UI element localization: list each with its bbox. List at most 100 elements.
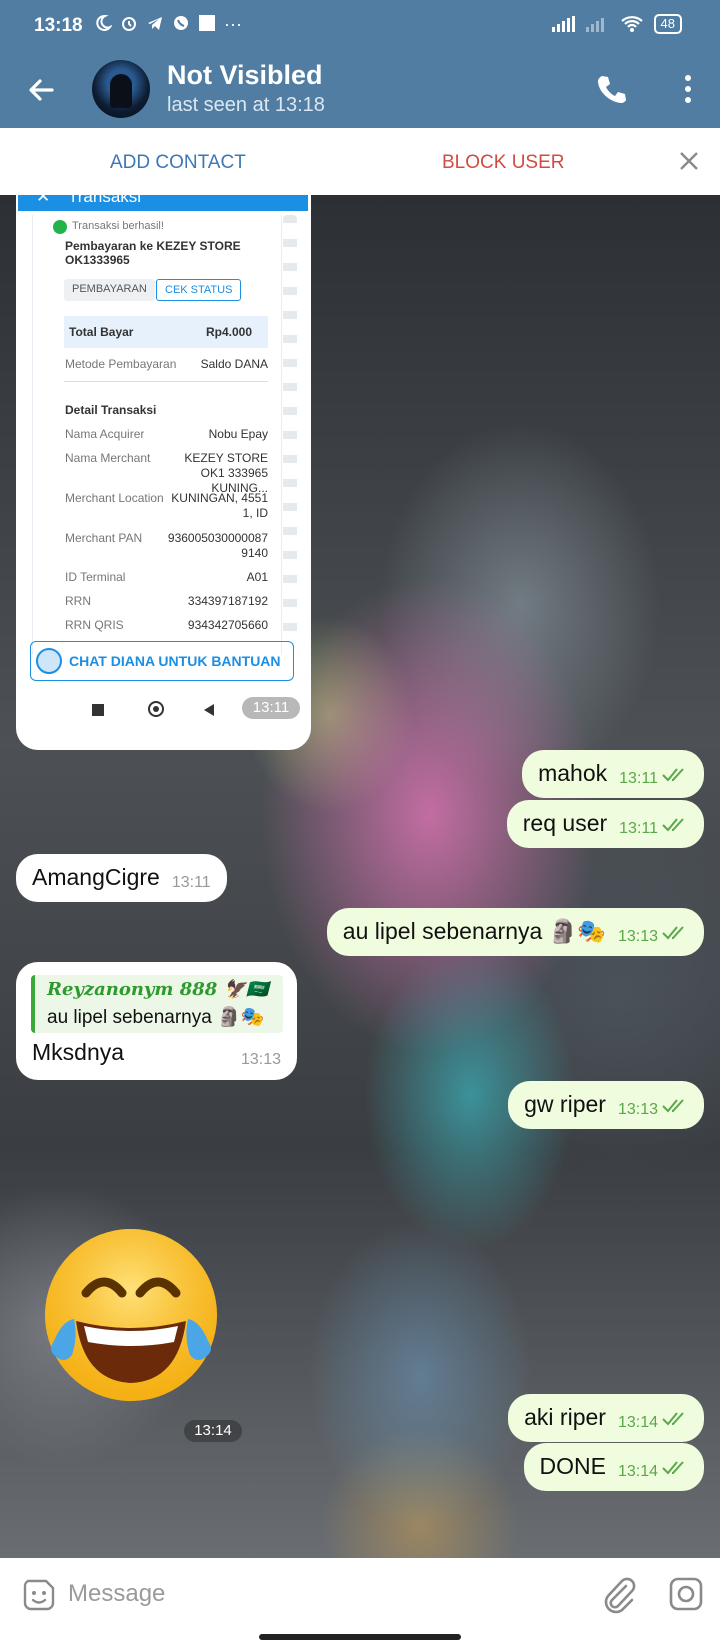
method-label: Metode Pembayaran bbox=[65, 357, 177, 371]
message-time: 13:13 bbox=[617, 928, 658, 945]
screenshot-close-icon: ✕ bbox=[36, 195, 51, 206]
moon-icon bbox=[96, 14, 112, 31]
chat-header: Not Visibled last seen at 13:18 bbox=[0, 52, 720, 128]
message-text: DONE bbox=[539, 1453, 606, 1479]
success-text: Transaksi berhasil! bbox=[72, 220, 164, 232]
incoming-reply-message[interactable]: Reyzanonym 888 🦅🇸🇦 au lipel sebenarnya 🗿… bbox=[16, 962, 297, 1080]
detail-label: RRN bbox=[65, 594, 91, 608]
double-check-icon bbox=[662, 1412, 684, 1426]
camera-icon[interactable] bbox=[668, 1576, 704, 1612]
message-text: mahok bbox=[538, 760, 608, 786]
message-input[interactable] bbox=[68, 1574, 548, 1614]
message-time: 13:14 bbox=[617, 1463, 658, 1480]
screenshot-title: Transaksi bbox=[68, 195, 142, 206]
status-system-icons: 48 bbox=[551, 14, 682, 34]
message-time: 13:14 bbox=[184, 1420, 242, 1442]
message-text: req user bbox=[522, 810, 608, 836]
check-status-chip: CEK STATUS bbox=[156, 279, 242, 301]
detail-label: Merchant Location bbox=[65, 491, 164, 505]
success-check-icon bbox=[53, 220, 67, 234]
battery-indicator: 48 bbox=[653, 14, 682, 34]
chat-messages-area[interactable]: ✕ Transaksi Transaksi berhasil! Pembayar… bbox=[0, 195, 720, 1558]
message-time: 13:11 bbox=[242, 697, 300, 719]
outgoing-message[interactable]: req user 13:11 bbox=[506, 800, 704, 848]
outgoing-message[interactable]: mahok 13:11 bbox=[522, 750, 704, 798]
status-time: 13:18 bbox=[34, 15, 83, 36]
message-text: AmangCigre bbox=[32, 864, 160, 890]
message-text: au lipel sebenarnya 🗿🎭 bbox=[342, 918, 606, 944]
contact-action-bar: ADD CONTACT BLOCK USER bbox=[0, 128, 720, 195]
double-check-icon bbox=[662, 926, 684, 940]
double-check-icon bbox=[662, 1461, 684, 1475]
detail-label: Merchant PAN bbox=[65, 531, 143, 545]
home-indicator[interactable] bbox=[259, 1634, 461, 1640]
outgoing-message[interactable]: aki riper 13:14 bbox=[508, 1394, 704, 1442]
message-text: Mksdnya bbox=[32, 1039, 125, 1065]
detail-value: Nobu Epay bbox=[208, 427, 268, 441]
outgoing-message[interactable]: au lipel sebenarnya 🗿🎭 13:13 bbox=[326, 908, 704, 956]
quoted-message[interactable]: Reyzanonym 888 🦅🇸🇦 au lipel sebenarnya 🗿… bbox=[31, 975, 283, 1033]
alarm-icon bbox=[122, 17, 136, 31]
detail-label: ID Terminal bbox=[65, 570, 126, 584]
incoming-message[interactable]: AmangCigre 13:11 bbox=[16, 854, 227, 902]
phone-icon[interactable] bbox=[594, 72, 628, 106]
back-nav-icon bbox=[204, 704, 214, 716]
paperclip-icon[interactable] bbox=[600, 1576, 636, 1614]
total-label: Total Bayar bbox=[69, 325, 134, 339]
payment-type-chip: PEMBAYARAN bbox=[64, 279, 155, 301]
add-contact-button[interactable]: ADD CONTACT bbox=[110, 152, 246, 174]
message-time: 13:11 bbox=[171, 874, 211, 891]
message-time: 13:13 bbox=[617, 1101, 658, 1118]
detail-label: Nama Merchant bbox=[65, 451, 151, 465]
method-value: Saldo DANA bbox=[200, 357, 268, 371]
double-check-icon bbox=[662, 1099, 684, 1113]
double-check-icon bbox=[662, 768, 684, 782]
payment-to-text: Pembayaran ke KEZEY STORE OK1333965 bbox=[65, 239, 241, 267]
outgoing-message[interactable]: gw riper 13:13 bbox=[508, 1081, 704, 1129]
message-input-bar bbox=[0, 1558, 720, 1632]
detail-value: 936005030000087 9140 bbox=[167, 531, 268, 560]
system-navigation-bar bbox=[0, 1632, 720, 1650]
whatsapp-icon bbox=[174, 16, 188, 30]
detail-label: RRN QRIS bbox=[65, 618, 124, 632]
close-icon[interactable] bbox=[676, 148, 702, 174]
assistant-avatar-icon bbox=[36, 648, 62, 674]
detail-label: Nama Acquirer bbox=[65, 427, 145, 441]
more-options-icon[interactable] bbox=[680, 72, 696, 106]
receipt-divider bbox=[64, 381, 268, 382]
message-time: 13:11 bbox=[619, 820, 658, 837]
tears-of-joy-emoji-icon[interactable] bbox=[36, 1223, 226, 1413]
message-time: 13:11 bbox=[619, 770, 658, 787]
wifi-icon bbox=[620, 16, 643, 32]
contact-name[interactable]: Not Visibled bbox=[167, 60, 323, 91]
status-overflow: ··· bbox=[224, 14, 242, 34]
square-nav-icon bbox=[92, 704, 104, 716]
message-text: gw riper bbox=[524, 1091, 606, 1117]
detail-value: 334397187192 bbox=[187, 594, 268, 608]
receipt-perforation bbox=[283, 215, 297, 645]
total-value: Rp4.000 bbox=[205, 325, 252, 339]
status-notification-icons: ··· bbox=[94, 14, 242, 35]
image-icon bbox=[199, 15, 215, 31]
double-check-icon bbox=[662, 818, 684, 832]
telegram-icon bbox=[148, 17, 162, 30]
quoted-text: au lipel sebenarnya 🗿🎭 bbox=[47, 1007, 265, 1028]
contact-avatar[interactable] bbox=[92, 60, 150, 118]
detail-value: A01 bbox=[246, 570, 268, 584]
outgoing-message[interactable]: DONE 13:14 bbox=[523, 1443, 704, 1491]
message-time: 13:14 bbox=[617, 1414, 658, 1431]
home-nav-icon bbox=[148, 701, 164, 717]
status-bar: 13:18 ··· 48 bbox=[0, 0, 720, 52]
screenshot-top-bar: ✕ Transaksi bbox=[18, 195, 308, 211]
back-arrow-icon[interactable] bbox=[22, 70, 62, 110]
signal-weak-icon bbox=[585, 18, 604, 32]
screenshot-image-message[interactable]: ✕ Transaksi Transaksi berhasil! Pembayar… bbox=[16, 195, 311, 750]
detail-value: KEZEY STORE OK1 333965 KUNING... bbox=[184, 451, 268, 495]
detail-value: 934342705660 bbox=[187, 618, 268, 632]
emoji-sticker-icon[interactable] bbox=[22, 1578, 56, 1612]
detail-title: Detail Transaksi bbox=[65, 403, 157, 417]
message-text: aki riper bbox=[524, 1404, 606, 1430]
detail-value: KUNINGAN, 4551 1, ID bbox=[171, 491, 268, 520]
block-user-button[interactable]: BLOCK USER bbox=[442, 152, 564, 174]
quoted-sender: Reyzanonym 888 🦅🇸🇦 bbox=[47, 979, 269, 1000]
